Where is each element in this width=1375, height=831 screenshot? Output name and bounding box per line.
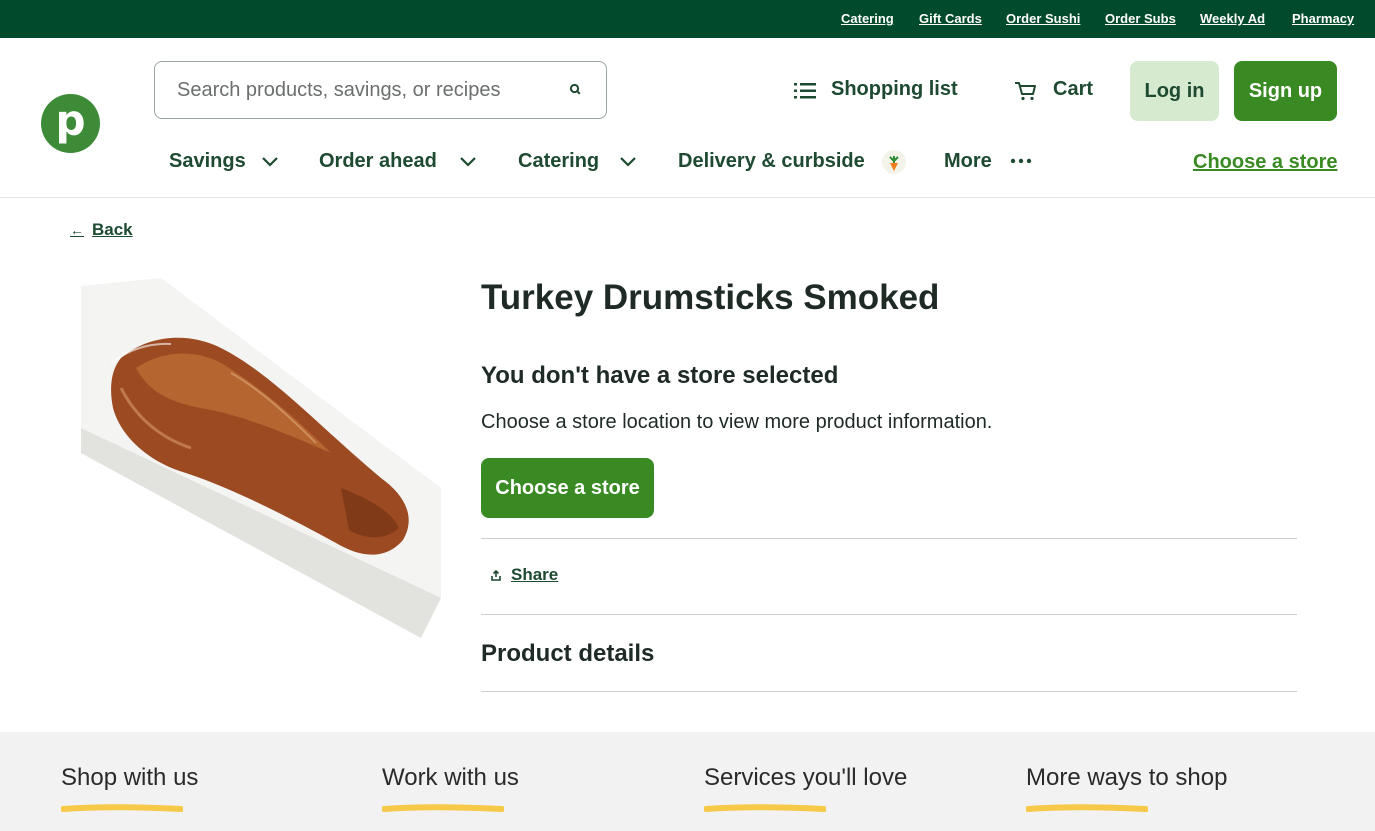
footer-column-services[interactable]: Services you'll love <box>703 764 908 817</box>
utility-link-pharmacy[interactable]: Pharmacy <box>1292 11 1354 26</box>
footer-column-shop[interactable]: Shop with us <box>60 764 199 817</box>
divider <box>481 614 1297 615</box>
no-store-description: Choose a store location to view more pro… <box>481 411 993 433</box>
footer-column-more-ways[interactable]: More ways to shop <box>1025 764 1228 817</box>
back-link[interactable]: ← Back <box>70 220 133 240</box>
underline-decoration <box>381 804 505 812</box>
footer-heading: Shop with us <box>61 764 199 791</box>
underline-decoration <box>1025 804 1149 812</box>
site-footer: Shop with us Work with us Services you'l… <box>0 732 1375 831</box>
back-label: Back <box>92 220 133 239</box>
shopping-list-link[interactable]: Shopping list <box>831 78 958 101</box>
choose-store-link[interactable]: Choose a store <box>1193 151 1337 174</box>
share-button[interactable]: Share <box>491 565 558 585</box>
nav-catering[interactable]: Catering <box>518 150 599 173</box>
chevron-down-icon[interactable] <box>261 156 279 168</box>
nav-savings[interactable]: Savings <box>169 150 246 173</box>
utility-link-catering[interactable]: Catering <box>841 11 894 26</box>
footer-heading: Work with us <box>382 764 519 791</box>
list-icon <box>794 83 816 99</box>
nav-more[interactable]: More <box>944 150 992 173</box>
footer-column-work[interactable]: Work with us <box>381 764 519 817</box>
nav-delivery-curbside[interactable]: Delivery & curbside <box>678 150 865 173</box>
search-box <box>154 61 607 119</box>
footer-heading: Services you'll love <box>704 764 908 791</box>
choose-store-button[interactable]: Choose a store <box>481 458 654 518</box>
login-button[interactable]: Log in <box>1130 61 1219 121</box>
share-label: Share <box>511 565 559 584</box>
instacart-carrot-icon <box>882 150 906 174</box>
search-icon[interactable] <box>567 81 585 99</box>
arrow-left-icon: ← <box>70 222 84 238</box>
product-image <box>81 278 441 638</box>
utility-link-gift-cards[interactable]: Gift Cards <box>919 11 982 26</box>
nav-order-ahead[interactable]: Order ahead <box>319 150 437 173</box>
chevron-down-icon[interactable] <box>619 156 637 168</box>
divider <box>481 691 1297 692</box>
product-title: Turkey Drumsticks Smoked <box>481 278 940 317</box>
search-input[interactable] <box>177 77 547 103</box>
logo-letter: p <box>55 96 86 145</box>
underline-decoration <box>703 804 827 812</box>
chevron-down-icon[interactable] <box>459 156 477 168</box>
utility-link-order-sushi[interactable]: Order Sushi <box>1006 11 1080 26</box>
divider <box>481 538 1297 539</box>
underline-decoration <box>60 804 184 812</box>
share-icon <box>491 569 501 581</box>
publix-logo[interactable]: p <box>41 94 100 153</box>
signup-button[interactable]: Sign up <box>1234 61 1337 121</box>
no-store-heading: You don't have a store selected <box>481 362 839 389</box>
utility-link-weekly-ad[interactable]: Weekly Ad <box>1200 11 1265 26</box>
footer-heading: More ways to shop <box>1026 764 1228 791</box>
utility-link-order-subs[interactable]: Order Subs <box>1105 11 1176 26</box>
more-dots-icon[interactable] <box>1010 158 1032 164</box>
utility-bar: Catering Gift Cards Order Sushi Order Su… <box>0 0 1375 38</box>
product-details-toggle[interactable]: Product details <box>481 640 654 668</box>
cart-icon <box>1015 82 1036 101</box>
cart-link[interactable]: Cart <box>1053 78 1093 101</box>
site-header: p Shopping list Cart Log in Sign up Savi… <box>0 38 1375 198</box>
